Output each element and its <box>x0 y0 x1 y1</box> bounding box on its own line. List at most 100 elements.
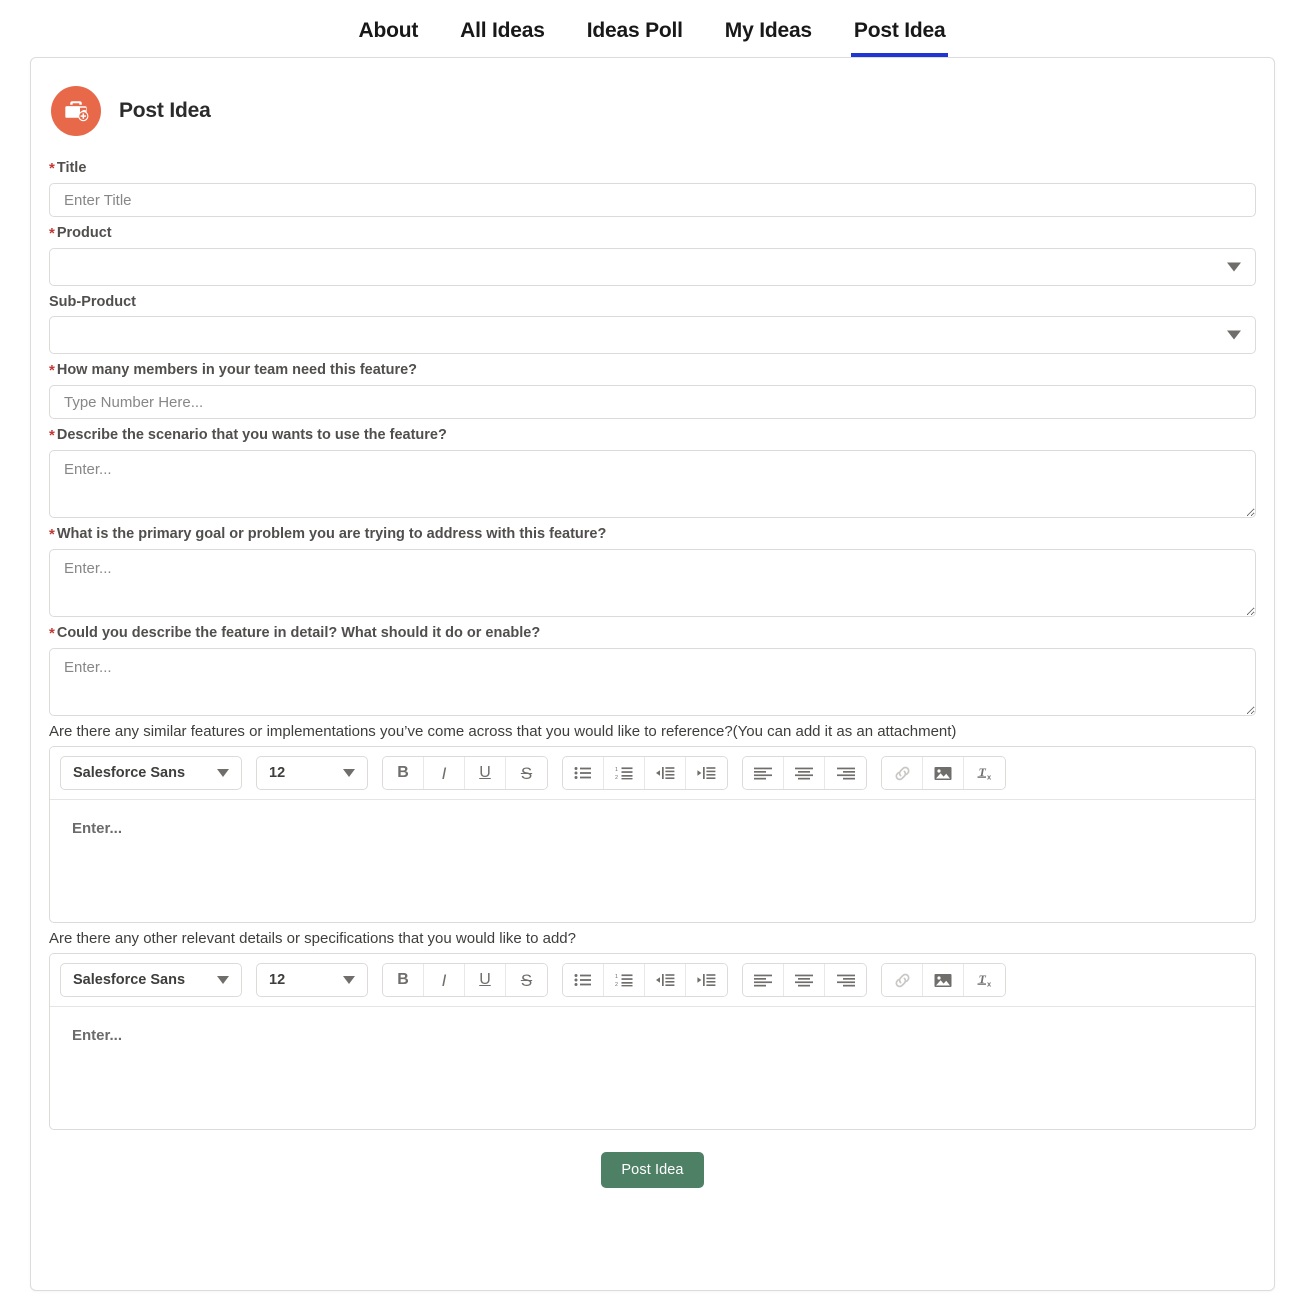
required-marker: * <box>49 625 55 642</box>
svg-text:2: 2 <box>615 982 618 987</box>
font-family-select[interactable]: Salesforce Sans <box>60 963 242 997</box>
field-sub-product: Sub-Product <box>49 286 1256 354</box>
svg-text:2: 2 <box>615 775 618 780</box>
font-size-select[interactable]: 12 <box>256 756 368 790</box>
image-icon[interactable] <box>923 757 964 789</box>
svg-text:x: x <box>987 979 992 988</box>
numbered-list-icon[interactable]: 12 <box>604 964 645 996</box>
underline-icon[interactable]: U <box>465 964 506 996</box>
required-marker: * <box>49 160 55 177</box>
indent-icon[interactable] <box>645 964 686 996</box>
field-title: *Title <box>49 152 1256 217</box>
outdent-icon[interactable] <box>686 964 727 996</box>
card-header: Post Idea <box>31 58 1274 138</box>
link-icon <box>882 964 923 996</box>
post-idea-form: *Title *Product Sub-Product *How many me… <box>31 138 1274 1188</box>
rich-text-toolbar: Salesforce Sans 12 B I U S <box>50 747 1255 800</box>
scenario-textarea[interactable] <box>49 450 1256 518</box>
page-title: Post Idea <box>119 99 211 123</box>
other-details-body[interactable]: Enter... <box>50 1007 1255 1129</box>
remove-formatting-icon[interactable]: Tx <box>964 964 1005 996</box>
team-members-input[interactable] <box>49 385 1256 419</box>
link-icon <box>882 757 923 789</box>
insert-group: Tx <box>881 963 1006 997</box>
chevron-down-icon <box>217 976 229 984</box>
font-size-value: 12 <box>269 765 285 781</box>
bulleted-list-icon[interactable] <box>563 964 604 996</box>
chevron-down-icon <box>343 976 355 984</box>
primary-goal-textarea[interactable] <box>49 549 1256 617</box>
nav-item-post-idea[interactable]: Post Idea <box>833 0 967 57</box>
italic-icon[interactable]: I <box>424 964 465 996</box>
post-idea-card: Post Idea *Title *Product Sub-Product *H… <box>30 57 1275 1291</box>
outdent-icon[interactable] <box>686 757 727 789</box>
label-other-details: Are there any other relevant details or … <box>49 923 1256 953</box>
field-scenario: *Describe the scenario that you wants to… <box>49 419 1256 518</box>
font-family-value: Salesforce Sans <box>73 972 185 988</box>
label-primary-goal: *What is the primary goal or problem you… <box>49 518 1256 549</box>
italic-icon[interactable]: I <box>424 757 465 789</box>
label-feature-detail: *Could you describe the feature in detai… <box>49 617 1256 648</box>
underline-glyph: U <box>479 972 491 988</box>
nav-item-my-ideas[interactable]: My Ideas <box>704 0 833 57</box>
bold-icon[interactable]: B <box>383 964 424 996</box>
insert-group: Tx <box>881 756 1006 790</box>
label-product: *Product <box>49 217 1256 248</box>
briefcase-plus-icon <box>51 86 101 136</box>
field-primary-goal: *What is the primary goal or problem you… <box>49 518 1256 617</box>
feature-detail-textarea[interactable] <box>49 648 1256 716</box>
similar-features-editor: Salesforce Sans 12 B I U S <box>49 746 1256 923</box>
numbered-list-icon[interactable]: 12 <box>604 757 645 789</box>
required-marker: * <box>49 225 55 242</box>
align-center-icon[interactable] <box>784 964 825 996</box>
italic-glyph: I <box>442 972 447 989</box>
strikethrough-icon[interactable]: S <box>506 757 547 789</box>
post-idea-button[interactable]: Post Idea <box>601 1152 703 1188</box>
svg-text:1: 1 <box>615 767 618 773</box>
field-feature-detail: *Could you describe the feature in detai… <box>49 617 1256 716</box>
label-scenario: *Describe the scenario that you wants to… <box>49 419 1256 450</box>
nav-item-ideas-poll[interactable]: Ideas Poll <box>566 0 704 57</box>
field-similar-features: Are there any similar features or implem… <box>49 716 1256 923</box>
text-style-group: B I U S <box>382 963 548 997</box>
font-size-select[interactable]: 12 <box>256 963 368 997</box>
sub-product-select[interactable] <box>49 316 1256 354</box>
strikethrough-icon[interactable]: S <box>506 964 547 996</box>
required-marker: * <box>49 427 55 444</box>
other-details-editor: Salesforce Sans 12 B I U S <box>49 953 1256 1130</box>
main-nav: About All Ideas Ideas Poll My Ideas Post… <box>0 0 1304 57</box>
label-team-members: *How many members in your team need this… <box>49 354 1256 385</box>
italic-glyph: I <box>442 765 447 782</box>
svg-text:1: 1 <box>615 974 618 980</box>
title-input[interactable] <box>49 183 1256 217</box>
rich-text-toolbar: Salesforce Sans 12 B I U S <box>50 954 1255 1007</box>
field-product: *Product <box>49 217 1256 286</box>
field-team-members: *How many members in your team need this… <box>49 354 1256 419</box>
list-group: 12 <box>562 756 728 790</box>
align-left-icon[interactable] <box>743 964 784 996</box>
remove-formatting-icon[interactable]: Tx <box>964 757 1005 789</box>
strikethrough-glyph: S <box>521 765 532 782</box>
image-icon[interactable] <box>923 964 964 996</box>
strikethrough-glyph: S <box>521 972 532 989</box>
chevron-down-icon <box>217 769 229 777</box>
align-right-icon[interactable] <box>825 757 866 789</box>
nav-item-about[interactable]: About <box>338 0 440 57</box>
align-group <box>742 756 867 790</box>
indent-icon[interactable] <box>645 757 686 789</box>
align-group <box>742 963 867 997</box>
similar-features-body[interactable]: Enter... <box>50 800 1255 922</box>
underline-icon[interactable]: U <box>465 757 506 789</box>
product-select[interactable] <box>49 248 1256 286</box>
nav-item-all-ideas[interactable]: All Ideas <box>439 0 566 57</box>
align-left-icon[interactable] <box>743 757 784 789</box>
font-family-select[interactable]: Salesforce Sans <box>60 756 242 790</box>
bulleted-list-icon[interactable] <box>563 757 604 789</box>
align-center-icon[interactable] <box>784 757 825 789</box>
field-other-details: Are there any other relevant details or … <box>49 923 1256 1130</box>
svg-text:x: x <box>987 772 992 781</box>
bold-glyph: B <box>397 972 409 988</box>
card-footer: Post Idea <box>49 1130 1256 1188</box>
bold-icon[interactable]: B <box>383 757 424 789</box>
align-right-icon[interactable] <box>825 964 866 996</box>
